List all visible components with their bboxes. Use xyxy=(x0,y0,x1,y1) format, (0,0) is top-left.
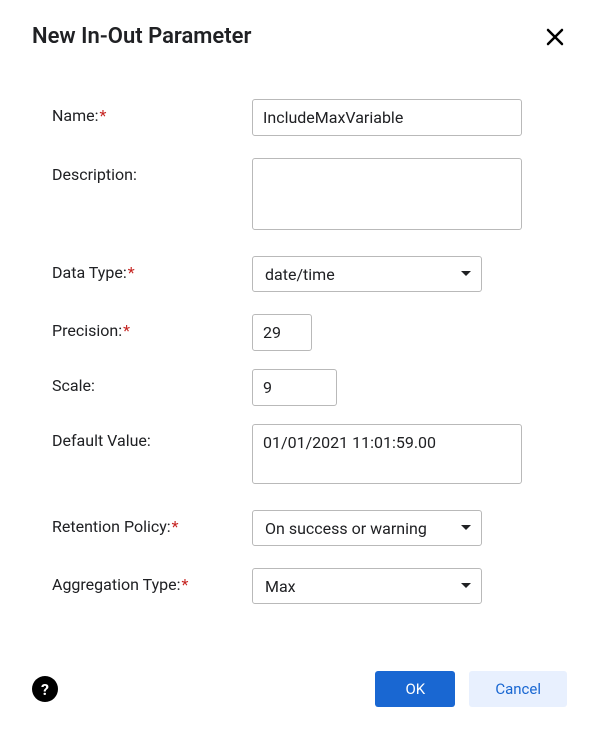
cancel-button[interactable]: Cancel xyxy=(469,671,567,707)
precision-label: Precision:* xyxy=(52,314,252,340)
aggregation-type-value: Max xyxy=(265,577,296,596)
name-input[interactable] xyxy=(252,99,522,136)
default-value-label: Default Value: xyxy=(52,424,252,450)
dialog-header: New In-Out Parameter xyxy=(32,24,567,49)
close-icon[interactable] xyxy=(543,25,567,49)
name-label-text: Name: xyxy=(52,106,99,125)
data-type-row: Data Type:* date/time xyxy=(52,256,567,292)
required-indicator: * xyxy=(123,321,130,340)
default-value-row: Default Value: xyxy=(52,424,567,488)
default-value-input[interactable] xyxy=(252,424,522,484)
new-in-out-parameter-dialog: New In-Out Parameter Name:* Description:… xyxy=(0,0,599,650)
retention-policy-label-text: Retention Policy: xyxy=(52,517,171,536)
dialog-title: New In-Out Parameter xyxy=(32,24,251,49)
aggregation-type-label: Aggregation Type:* xyxy=(52,568,252,594)
scale-input[interactable] xyxy=(252,369,337,406)
description-input[interactable] xyxy=(252,158,522,230)
description-row: Description: xyxy=(52,158,567,234)
required-indicator: * xyxy=(128,263,135,282)
aggregation-type-select[interactable]: Max xyxy=(252,568,482,604)
scale-label: Scale: xyxy=(52,369,252,395)
retention-policy-label: Retention Policy:* xyxy=(52,510,252,536)
retention-policy-select[interactable]: On success or warning xyxy=(252,510,482,546)
scale-row: Scale: xyxy=(52,369,567,406)
precision-input[interactable] xyxy=(252,314,312,351)
data-type-label-text: Data Type: xyxy=(52,263,127,282)
data-type-select[interactable]: date/time xyxy=(252,256,482,292)
required-indicator: * xyxy=(172,517,179,536)
ok-button[interactable]: OK xyxy=(375,671,455,707)
help-icon[interactable]: ? xyxy=(32,676,58,702)
required-indicator: * xyxy=(182,575,189,594)
dialog-footer: ? OK Cancel xyxy=(32,671,567,707)
precision-row: Precision:* xyxy=(52,314,567,351)
aggregation-type-row: Aggregation Type:* Max xyxy=(52,568,567,604)
name-label: Name:* xyxy=(52,99,252,125)
required-indicator: * xyxy=(100,106,107,125)
retention-policy-value: On success or warning xyxy=(265,519,427,538)
data-type-value: date/time xyxy=(265,265,335,284)
aggregation-type-label-text: Aggregation Type: xyxy=(52,575,181,594)
precision-label-text: Precision: xyxy=(52,321,122,340)
description-label: Description: xyxy=(52,158,252,184)
data-type-label: Data Type:* xyxy=(52,256,252,282)
parameter-form: Name:* Description: Data Type:* date/tim… xyxy=(32,99,567,604)
name-row: Name:* xyxy=(52,99,567,136)
retention-policy-row: Retention Policy:* On success or warning xyxy=(52,510,567,546)
footer-buttons: OK Cancel xyxy=(375,671,567,707)
